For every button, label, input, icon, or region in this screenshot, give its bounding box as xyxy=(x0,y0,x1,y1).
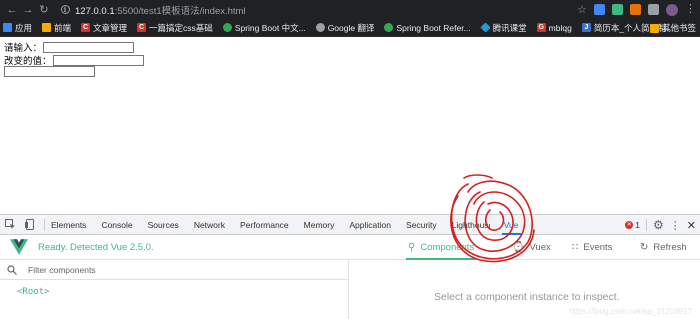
extension-icon[interactable] xyxy=(630,4,641,15)
bookmark-item[interactable]: 腾讯课堂 xyxy=(480,22,527,34)
leaf-icon xyxy=(222,23,232,32)
more-options-icon[interactable]: ⋮ xyxy=(670,219,681,232)
bookmark-item[interactable]: G mblqg xyxy=(536,22,572,33)
bookmark-label: mblqg xyxy=(548,22,572,33)
apps-icon xyxy=(3,23,12,32)
error-counter[interactable]: ✕ 1 xyxy=(625,220,640,230)
csdn-icon: C xyxy=(81,23,91,32)
other-bookmarks[interactable]: 其他书签 xyxy=(662,22,696,34)
root-component-node[interactable]: <Root> xyxy=(17,287,50,297)
menu-icon[interactable]: ⋮ xyxy=(685,4,696,15)
refresh-icon: ↻ xyxy=(640,242,649,253)
bookmark-label: Google 翻译 xyxy=(327,22,375,33)
bookmark-label: 腾讯课堂 xyxy=(492,22,527,33)
vue-logo-icon xyxy=(10,239,28,255)
tab-security[interactable]: Security xyxy=(406,215,437,235)
separator xyxy=(642,23,644,33)
error-icon: ✕ xyxy=(625,221,634,229)
vue-status: Ready. Detected Vue 2.5.0. xyxy=(38,241,154,253)
back-icon[interactable]: ← xyxy=(4,0,20,19)
separator xyxy=(44,218,45,231)
vue-extension-icon[interactable] xyxy=(612,4,623,15)
history-icon: ⌚ xyxy=(512,242,525,253)
search-icon xyxy=(7,264,17,275)
bookmark-label: Spring Boot Refer... xyxy=(396,22,471,33)
bookmark-apps[interactable]: 应用 xyxy=(3,22,32,34)
forward-icon[interactable]: → xyxy=(20,0,36,19)
globe-icon xyxy=(315,23,325,32)
bookmark-item[interactable]: Spring Boot 中文... xyxy=(222,22,306,34)
inspect-hint: Select a component instance to inspect. xyxy=(434,291,620,303)
tab-memory[interactable]: Memory xyxy=(304,215,335,235)
site-info-icon[interactable]: i xyxy=(58,0,72,19)
resume-icon: J xyxy=(581,23,591,32)
inspect-element-icon[interactable] xyxy=(0,215,20,235)
inspector-pane: Select a component instance to inspect. … xyxy=(350,260,700,319)
tab-vuex[interactable]: ⌚ Vuex xyxy=(512,235,551,260)
close-devtools-icon[interactable]: ✕ xyxy=(687,219,696,232)
tab-sources[interactable]: Sources xyxy=(148,215,179,235)
leaf-icon xyxy=(384,23,394,32)
url-host: 127.0.0.1 xyxy=(75,5,115,17)
extension-icon[interactable] xyxy=(648,4,659,15)
refresh-button[interactable]: ↻ Refresh xyxy=(640,235,687,260)
devtools-tabbar: Elements Console Sources Network Perform… xyxy=(0,214,700,235)
tab-components[interactable]: ⚲ Components xyxy=(406,235,477,260)
tab-label: Vuex xyxy=(529,242,551,253)
bookmark-item[interactable]: Spring Boot Refer... xyxy=(384,22,471,33)
url-path: :5500/test1模板语法/index.html xyxy=(114,5,246,17)
bookmark-label: 一篇搞定css基础 xyxy=(149,22,213,33)
filter-row: Filter components xyxy=(0,260,348,280)
settings-gear-icon[interactable]: ⚙ xyxy=(653,218,664,232)
third-input[interactable] xyxy=(4,66,95,77)
watermark: https://blog.csdn.net/qq_31208917 xyxy=(569,307,692,316)
bookmark-item[interactable]: C 文章管理 xyxy=(81,22,127,34)
changed-value-input[interactable] xyxy=(52,54,144,66)
csdn-icon: C xyxy=(137,23,147,32)
page-content: 请输入： 改变的值： xyxy=(0,37,700,214)
bookmark-item[interactable]: Google 翻译 xyxy=(315,22,375,34)
profile-avatar[interactable] xyxy=(666,3,678,16)
g-icon: G xyxy=(536,23,546,32)
tab-lighthouse[interactable]: Lighthouse xyxy=(452,215,490,235)
reload-icon[interactable]: ↻ xyxy=(36,0,52,19)
changed-value-label: 改变的值： xyxy=(4,56,52,67)
tab-events[interactable]: ∷ Events xyxy=(572,235,612,260)
bookmarks-bar: 应用 前端 C 文章管理 C 一篇搞定css基础 Spring Boot 中文.… xyxy=(0,19,700,37)
tab-label: Components xyxy=(420,242,475,253)
tab-network[interactable]: Network xyxy=(194,215,225,235)
bookmark-star-icon[interactable]: ☆ xyxy=(577,3,587,16)
separator xyxy=(646,219,648,231)
refresh-label: Refresh xyxy=(653,242,687,253)
diamond-icon xyxy=(480,22,491,33)
bookmark-label: 应用 xyxy=(15,22,33,33)
tab-application[interactable]: Application xyxy=(349,215,391,235)
input-label: 请输入： xyxy=(4,43,43,54)
text-input[interactable] xyxy=(43,41,135,53)
address-bar[interactable]: 127.0.0.1:5500/test1模板语法/index.html xyxy=(75,3,246,17)
bookmark-folder[interactable]: 前端 xyxy=(42,22,71,34)
components-icon: ⚲ xyxy=(408,242,416,253)
vue-devtools-header: Ready. Detected Vue 2.5.0. ⚲ Components … xyxy=(0,235,700,260)
device-toolbar-icon[interactable] xyxy=(20,215,40,235)
tab-vue[interactable]: Vue xyxy=(501,215,521,235)
tab-console[interactable]: Console xyxy=(101,215,132,235)
tab-label: Events xyxy=(583,242,613,253)
bookmark-label: Spring Boot 中文... xyxy=(234,22,306,33)
tab-performance[interactable]: Performance xyxy=(240,215,289,235)
browser-toolbar: ← → ↻ i 127.0.0.1:5500/test1模板语法/index.h… xyxy=(0,0,700,19)
tab-elements[interactable]: Elements xyxy=(51,215,86,235)
screenshot: ← → ↻ i 127.0.0.1:5500/test1模板语法/index.h… xyxy=(0,0,700,319)
component-tree-pane: Filter components <Root> xyxy=(0,260,349,319)
bookmark-label: 文章管理 xyxy=(93,22,128,33)
extension-icon[interactable] xyxy=(594,4,605,15)
filter-components-input[interactable]: Filter components xyxy=(28,265,96,275)
bookmark-label: 前端 xyxy=(54,22,72,33)
events-icon: ∷ xyxy=(572,242,579,253)
bookmark-item[interactable]: C 一篇搞定css基础 xyxy=(137,22,213,34)
folder-icon xyxy=(649,23,659,33)
error-count: 1 xyxy=(635,220,641,230)
folder-icon xyxy=(42,23,52,32)
